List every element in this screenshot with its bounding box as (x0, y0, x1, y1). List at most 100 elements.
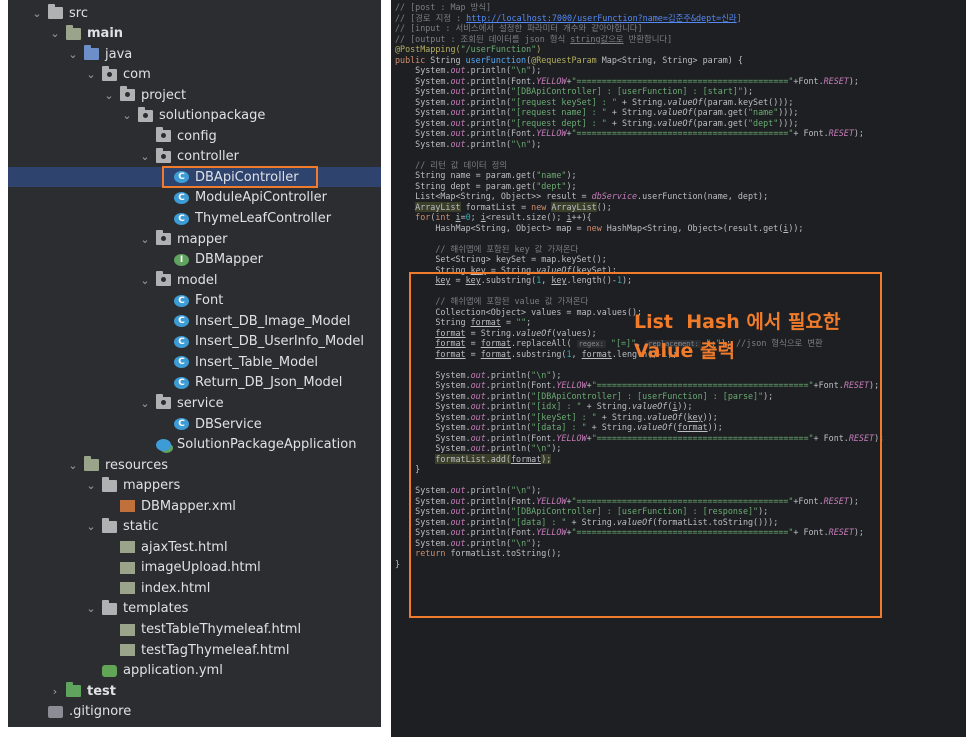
code-line[interactable]: System.out.println("\n"); (395, 139, 884, 150)
expand-chevron-icon[interactable]: ⌄ (66, 48, 80, 61)
code-line[interactable]: formatList.add(format); (395, 453, 884, 465)
tree-item-src[interactable]: ⌄ src (8, 3, 381, 23)
tree-item-model[interactable]: ⌄ model (8, 270, 381, 290)
tree-item-static[interactable]: ⌄ static (8, 517, 381, 537)
code-line[interactable]: System.out.println("[keySet] : " + Strin… (395, 412, 884, 423)
code-line[interactable]: System.out.println(Font.YELLOW+"========… (395, 527, 884, 538)
code-line[interactable]: Set<String> keySet = map.keySet(); (395, 254, 884, 265)
tree-item-resources[interactable]: ⌄ resources (8, 455, 381, 475)
tree-item-thymeleafcontroller[interactable]: C ThymeLeafController (8, 209, 381, 229)
code-line[interactable]: System.out.println("\n"); (395, 370, 884, 381)
tree-item-com[interactable]: ⌄ com (8, 65, 381, 85)
code-line[interactable]: System.out.println("[request name] : " +… (395, 107, 884, 118)
expand-chevron-icon[interactable]: ⌄ (120, 109, 134, 122)
code-line[interactable]: ArrayList formatList = new ArrayList(); (395, 201, 884, 213)
tree-item-config[interactable]: config (8, 126, 381, 146)
expand-chevron-icon[interactable]: ⌄ (84, 520, 98, 533)
tree-item-solutionpackage[interactable]: ⌄ solutionpackage (8, 106, 381, 126)
code-line[interactable]: System.out.println("[request keySet] : "… (395, 97, 884, 108)
code-line[interactable]: System.out.println(Font.YELLOW+"========… (395, 76, 884, 87)
tree-item-dbservice[interactable]: C DBService (8, 414, 381, 434)
expand-chevron-icon[interactable]: ⌄ (138, 397, 152, 410)
code-line[interactable] (395, 286, 884, 297)
code-line[interactable] (395, 149, 884, 160)
expand-chevron-icon[interactable]: ⌄ (138, 150, 152, 163)
code-line[interactable]: System.out.println("\n"); (395, 485, 884, 496)
code-line[interactable]: String dept = param.get("dept"); (395, 181, 884, 192)
code-line[interactable]: // [post : Map 방식] (395, 2, 884, 13)
code-line[interactable]: } (395, 464, 884, 475)
code-line[interactable]: System.out.println("\n"); (395, 538, 884, 549)
tree-item-solutionpackageapplication[interactable]: SolutionPackageApplication (8, 435, 381, 455)
tree-item-ajaxtest-html[interactable]: ajaxTest.html (8, 537, 381, 557)
tree-item-templates[interactable]: ⌄ templates (8, 599, 381, 619)
code-line[interactable]: System.out.println("[request dept] : " +… (395, 118, 884, 129)
code-line[interactable] (395, 233, 884, 244)
code-line[interactable]: for(int i=0; i<result.size(); i++){ (395, 212, 884, 223)
tree-item-project[interactable]: ⌄ project (8, 85, 381, 105)
expand-chevron-icon[interactable]: ⌄ (138, 274, 152, 287)
tree-item-application-yml[interactable]: application.yml (8, 661, 381, 681)
tree-item-main[interactable]: ⌄ main (8, 24, 381, 44)
expand-chevron-icon[interactable]: ⌄ (84, 602, 98, 615)
tree-item-testtablethymeleaf-html[interactable]: testTableThymeleaf.html (8, 620, 381, 640)
tree-item-testtagthymeleaf-html[interactable]: testTagThymeleaf.html (8, 640, 381, 660)
tree-item-dbmapper-xml[interactable]: DBMapper.xml (8, 496, 381, 516)
expand-chevron-icon[interactable]: ⌄ (84, 68, 98, 81)
code-line[interactable]: // 해쉬맵에 포함된 key 값 가져온다 (395, 244, 884, 255)
code-line[interactable]: } (395, 559, 884, 570)
code-line[interactable]: // 리턴 값 데이터 정의 (395, 160, 884, 171)
tree-item-imageupload-html[interactable]: imageUpload.html (8, 558, 381, 578)
code-line[interactable]: System.out.println(Font.YELLOW+"========… (395, 496, 884, 507)
tree-item-index-html[interactable]: index.html (8, 578, 381, 598)
code-line[interactable]: key = key.substring(1, key.length()-1); (395, 275, 884, 286)
tree-item-insert-table-model[interactable]: C Insert_Table_Model (8, 352, 381, 372)
code-line[interactable]: List<Map<String, Object>> result = dbSer… (395, 191, 884, 202)
code-line[interactable]: System.out.println("[DBApiController] : … (395, 506, 884, 517)
code-line[interactable]: String key = String.valueOf(keySet); (395, 265, 884, 276)
code-line[interactable]: // [경로 지정 : http://localhost:7000/userFu… (395, 13, 884, 24)
tree-item-moduleapicontroller[interactable]: C ModuleApiController (8, 188, 381, 208)
expand-chevron-icon[interactable]: ⌄ (102, 89, 116, 102)
code-content[interactable]: // [post : Map 방식]// [경로 지정 : http://loc… (395, 2, 884, 569)
code-line[interactable]: System.out.println(Font.YELLOW+"========… (395, 128, 884, 139)
expand-chevron-icon[interactable]: ⌄ (48, 27, 62, 40)
code-line[interactable]: System.out.println("[idx] : " + String.v… (395, 401, 884, 412)
code-line[interactable]: System.out.println("[data] : " + String.… (395, 517, 884, 528)
expand-chevron-icon[interactable]: ⌄ (138, 233, 152, 246)
expand-chevron-icon[interactable]: ⌄ (66, 459, 80, 472)
tree-item-dbmapper[interactable]: I DBMapper (8, 250, 381, 270)
tree-item-controller[interactable]: ⌄ controller (8, 147, 381, 167)
code-line[interactable]: @PostMapping("/userFunction") (395, 44, 884, 55)
code-line[interactable]: // 해쉬맵에 포함된 value 값 가져온다 (395, 296, 884, 307)
tree-item-service[interactable]: ⌄ service (8, 393, 381, 413)
tree-item-font[interactable]: C Font (8, 291, 381, 311)
tree-item-dbapicontroller[interactable]: C DBApiController (8, 167, 381, 188)
tree-item-gitignore[interactable]: .gitignore (8, 702, 381, 722)
code-editor[interactable]: // [post : Map 방식]// [경로 지정 : http://loc… (391, 0, 966, 737)
code-line[interactable]: System.out.println(Font.YELLOW+"========… (395, 380, 884, 391)
code-line[interactable]: System.out.println("\n"); (395, 65, 884, 76)
code-line[interactable]: System.out.println("[data] : " + String.… (395, 422, 884, 433)
code-line[interactable]: public String userFunction(@RequestParam… (395, 55, 884, 66)
code-line[interactable]: // [output : 조회된 데이터를 json 형식 string값으로 … (395, 34, 884, 45)
tree-item-test[interactable]: › test (8, 681, 381, 701)
code-line[interactable]: System.out.println("[DBApiController] : … (395, 391, 884, 402)
code-line[interactable]: System.out.println("\n"); (395, 443, 884, 454)
tree-item-return-db-json-model[interactable]: C Return_DB_Json_Model (8, 373, 381, 393)
tree-item-insert-db-image-model[interactable]: C Insert_DB_Image_Model (8, 311, 381, 331)
collapse-chevron-icon[interactable]: › (48, 685, 62, 698)
expand-chevron-icon[interactable]: ⌄ (84, 479, 98, 492)
code-line[interactable]: // [input : 서비스에서 설정한 파라미터 개수와 같아야합니다] (395, 23, 884, 34)
tree-item-mapper[interactable]: ⌄ mapper (8, 229, 381, 249)
code-line[interactable]: HashMap<String, Object> map = new HashMa… (395, 223, 884, 234)
tree-item-insert-db-userinfo-model[interactable]: C Insert_DB_UserInfo_Model (8, 332, 381, 352)
code-line[interactable]: return formatList.toString(); (395, 548, 884, 559)
code-line[interactable]: String name = param.get("name"); (395, 170, 884, 181)
tree-item-mappers[interactable]: ⌄ mappers (8, 476, 381, 496)
tree-item-java[interactable]: ⌄ java (8, 44, 381, 64)
code-line[interactable]: System.out.println("[DBApiController] : … (395, 86, 884, 97)
code-line[interactable] (395, 475, 884, 486)
code-line[interactable]: System.out.println(Font.YELLOW+"========… (395, 433, 884, 444)
expand-chevron-icon[interactable]: ⌄ (30, 7, 44, 20)
